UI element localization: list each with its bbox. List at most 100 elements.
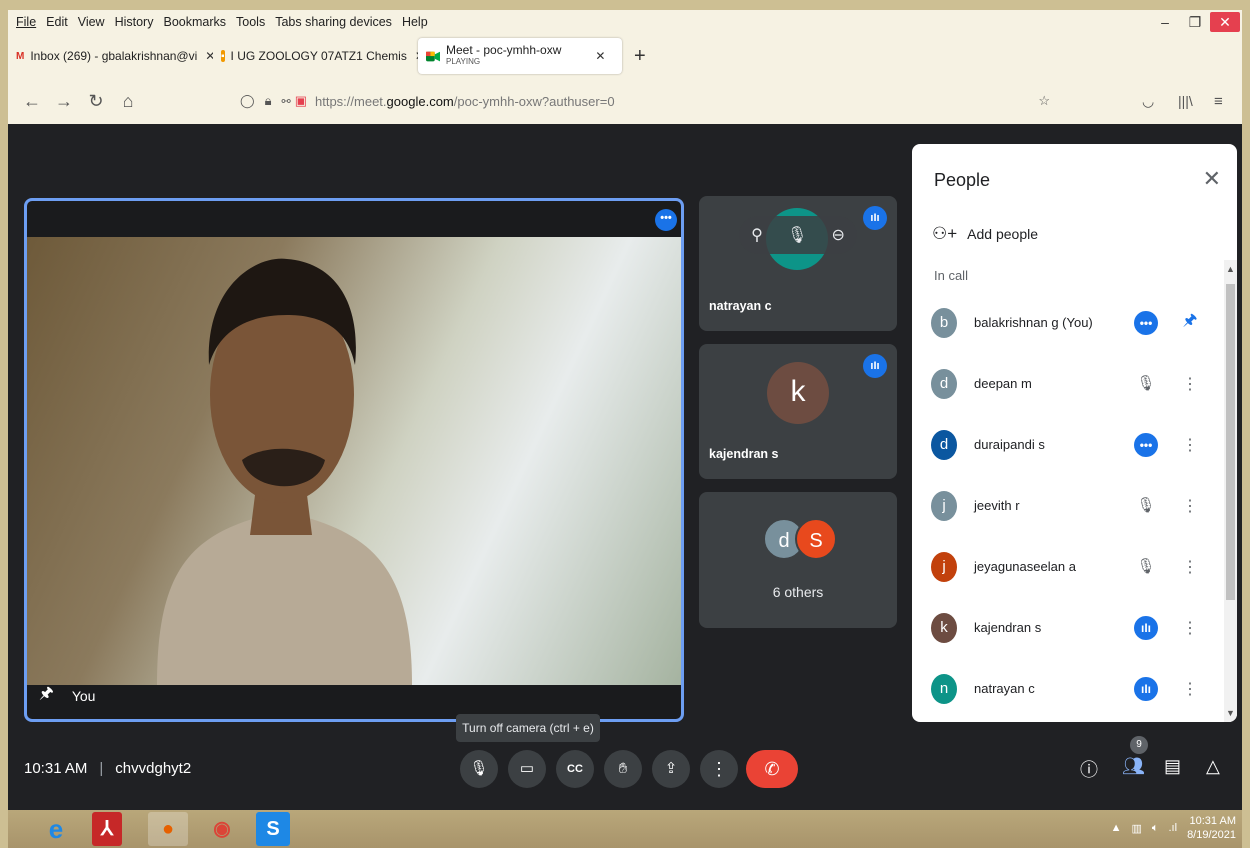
tab-meet[interactable]: Meet - poc-ymhh-oxw PLAYING ✕ xyxy=(418,38,622,74)
panel-scrollbar[interactable]: ▲ ▼ xyxy=(1224,260,1237,722)
avatar: S xyxy=(795,518,837,560)
mic-button[interactable]: 🎙︎ xyxy=(460,750,498,788)
pocket-icon[interactable]: ◡ xyxy=(1142,93,1154,110)
more-options-icon[interactable]: ••• xyxy=(1134,310,1158,335)
permissions-icon[interactable]: ⚯ xyxy=(281,95,290,108)
tab-playing-label: PLAYING xyxy=(446,57,481,66)
volume-icon[interactable]: 🔈︎ xyxy=(1152,822,1159,835)
participant-tile-kajendran[interactable]: k ıIı kajendran s xyxy=(699,344,897,479)
participant-row[interactable]: d duraipandi s ••• ⋮ xyxy=(912,414,1224,475)
participant-tile-natrayan[interactable]: ⚲ 🎙︎ ⊖ ıIı natrayan c xyxy=(699,196,897,331)
kebab-menu-icon[interactable]: ⋮ xyxy=(1180,496,1200,516)
bookmark-star-icon[interactable]: ☆ xyxy=(1038,93,1050,109)
mic-icon[interactable]: 🎙︎ xyxy=(787,225,807,245)
close-panel-icon[interactable]: ✕ xyxy=(1203,166,1221,192)
skype-icon[interactable]: S xyxy=(256,812,290,846)
people-icon[interactable]: 👥︎ xyxy=(1122,756,1145,777)
scroll-thumb[interactable] xyxy=(1226,284,1235,600)
remove-icon[interactable]: ⊖ xyxy=(832,225,845,245)
tray-expand-icon[interactable]: ▲ xyxy=(1111,822,1122,834)
camera-sharing-icon[interactable]: ▣ xyxy=(295,93,307,109)
participant-row[interactable]: j jeyagunaseelan a 🎙︎ ⋮ xyxy=(912,536,1224,597)
menu-edit[interactable]: Edit xyxy=(46,15,68,29)
end-call-button[interactable]: ✆ xyxy=(746,750,798,788)
ie-icon[interactable]: e xyxy=(36,812,76,846)
signal-icon[interactable]: .ıl xyxy=(1169,822,1178,834)
raise-hand-button[interactable]: ✋︎ xyxy=(604,750,642,788)
system-clock[interactable]: 10:31 AM 8/19/2021 xyxy=(1187,814,1236,842)
more-options-icon[interactable]: ••• xyxy=(1134,432,1158,457)
present-screen-button[interactable]: ⇪ xyxy=(652,750,690,788)
forward-icon[interactable]: → xyxy=(48,91,80,112)
kebab-menu-icon[interactable]: ⋮ xyxy=(1180,374,1200,394)
menu-bookmarks[interactable]: Bookmarks xyxy=(163,15,226,29)
tab-classroom[interactable]: ▪ I UG ZOOLOGY 07ATZ1 Chemis ✕ xyxy=(213,40,418,72)
kebab-menu-icon[interactable]: ⋮ xyxy=(1180,435,1200,455)
avatar: k xyxy=(767,362,829,424)
lock-icon[interactable]: 🔒︎ xyxy=(265,93,272,109)
camera-button[interactable]: ▭ xyxy=(508,750,546,788)
kebab-menu-icon[interactable]: ⋮ xyxy=(1180,557,1200,577)
shield-icon[interactable]: ◯ xyxy=(240,93,255,109)
participant-row[interactable]: b balakrishnan g (You) ••• 🖈︎ xyxy=(912,292,1224,353)
participant-name: deepan m xyxy=(974,376,1032,391)
acrobat-icon[interactable]: ⅄ xyxy=(92,812,122,846)
menu-history[interactable]: History xyxy=(115,15,154,29)
url-text: https://meet.google.com/poc-ymhh-oxw?aut… xyxy=(315,93,615,109)
unpin-icon[interactable]: 🖈︎ xyxy=(1180,309,1200,336)
scroll-down-icon[interactable]: ▼ xyxy=(1226,708,1235,718)
participant-row[interactable]: n natrayan c ıIı ⋮ xyxy=(912,658,1224,719)
others-count: 6 others xyxy=(772,584,824,600)
back-icon[interactable]: ← xyxy=(16,91,48,112)
minimize-button[interactable]: – xyxy=(1150,14,1180,30)
chat-icon[interactable]: ▤ xyxy=(1164,756,1181,777)
menu-tools[interactable]: Tools xyxy=(236,15,265,29)
address-bar[interactable]: ◯ 🔒︎ ⚯ ▣ https://meet.google.com/poc-ymh… xyxy=(240,85,1060,117)
menu-help[interactable]: Help xyxy=(402,15,428,29)
menu-view[interactable]: View xyxy=(78,15,105,29)
divider: | xyxy=(99,760,104,777)
participant-name: kajendran s xyxy=(974,620,1042,635)
others-tile[interactable]: d S 6 others xyxy=(699,492,897,628)
participant-row[interactable]: d deepan m 🎙︎ ⋮ xyxy=(912,353,1224,414)
avatar: d xyxy=(931,368,957,399)
captions-button[interactable]: CC xyxy=(556,750,594,788)
more-options-button[interactable]: ⋮ xyxy=(700,750,738,788)
firefox-icon[interactable]: ● xyxy=(148,812,188,846)
network-icon[interactable]: ▥ xyxy=(1131,822,1141,835)
close-tab-icon[interactable]: ✕ xyxy=(205,49,213,63)
reload-icon[interactable]: ↻ xyxy=(80,91,112,112)
restore-button[interactable]: ❐ xyxy=(1180,14,1210,31)
hamburger-menu-icon[interactable]: ≡ xyxy=(1214,93,1223,110)
self-video-tile[interactable]: ••• 🖈︎ You xyxy=(24,198,684,722)
kebab-menu-icon[interactable]: ⋮ xyxy=(1180,618,1200,638)
participant-row[interactable]: k kajendran s ıIı ⋮ xyxy=(912,597,1224,658)
participant-row[interactable]: j jeevith r 🎙︎ ⋮ xyxy=(912,475,1224,536)
pin-icon[interactable]: ⚲ xyxy=(751,225,763,245)
chrome-icon[interactable]: ◉ xyxy=(202,812,242,846)
participant-list: b balakrishnan g (You) ••• 🖈︎ d deepan m… xyxy=(912,292,1224,719)
kebab-menu-icon[interactable]: ⋮ xyxy=(1180,679,1200,699)
library-icon[interactable]: |||\ xyxy=(1178,93,1193,109)
participant-name: jeyagunaseelan a xyxy=(974,559,1076,574)
more-options-icon[interactable]: ••• xyxy=(655,209,677,231)
add-people-button[interactable]: ⚇+ Add people xyxy=(932,224,1038,244)
meeting-details-icon[interactable]: ⓘ xyxy=(1080,756,1098,782)
avatar: d xyxy=(931,429,957,460)
self-label: 🖈︎ You xyxy=(39,682,95,709)
close-tab-icon[interactable]: ✕ xyxy=(595,49,605,63)
avatar: j xyxy=(931,490,957,521)
menu-file[interactable]: File xyxy=(16,15,36,29)
activities-icon[interactable]: △ xyxy=(1206,756,1220,777)
new-tab-button[interactable]: + xyxy=(634,45,646,68)
close-window-button[interactable]: ✕ xyxy=(1210,12,1240,32)
people-count-badge: 9 xyxy=(1130,736,1148,754)
participant-name: balakrishnan g (You) xyxy=(974,315,1093,330)
section-label: In call xyxy=(934,268,968,283)
taskbar: e ⅄ ● ◉ S ▲ ▥ 🔈︎ .ıl 10:31 AM 8/19/2021 xyxy=(8,810,1242,848)
self-video-feed xyxy=(27,237,681,685)
menu-tabs-sharing-devices[interactable]: Tabs sharing devices xyxy=(275,15,392,29)
home-icon[interactable]: ⌂ xyxy=(112,91,144,112)
tab-inbox[interactable]: M Inbox (269) - gbalakrishnan@vi ✕ xyxy=(8,40,213,72)
scroll-up-icon[interactable]: ▲ xyxy=(1226,264,1235,274)
